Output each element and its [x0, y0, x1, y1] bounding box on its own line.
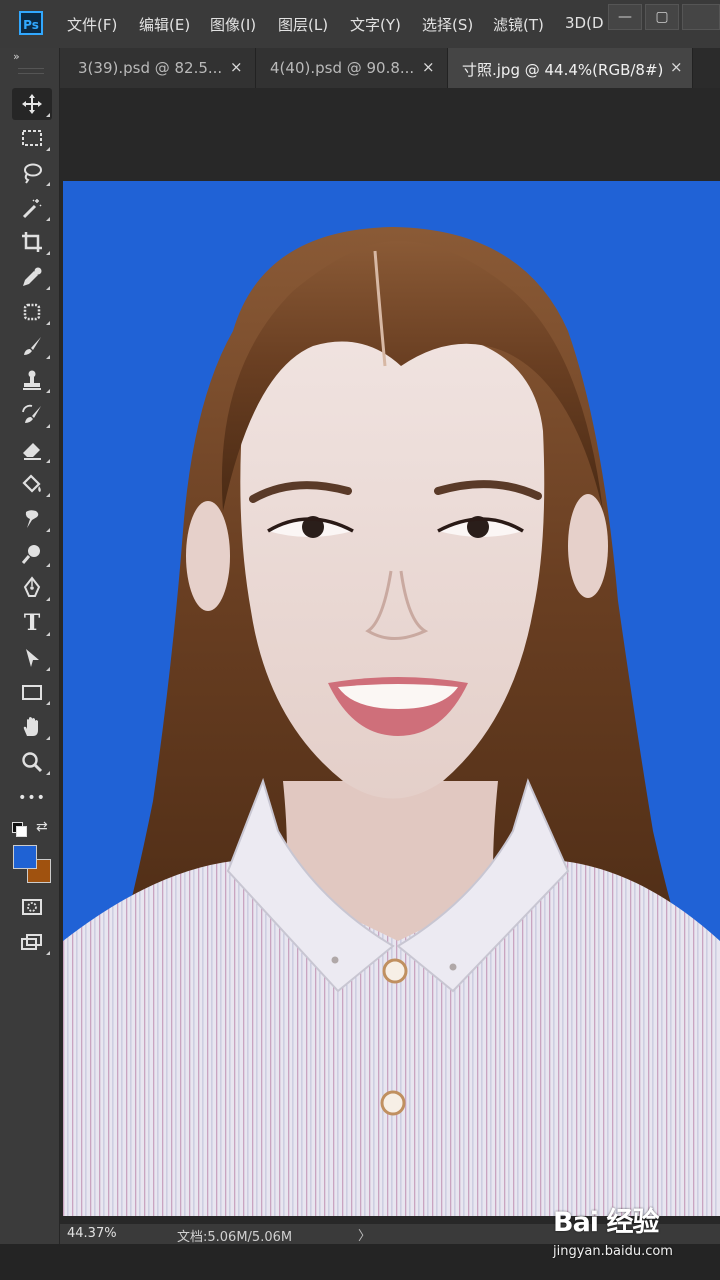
- history-brush-icon: [22, 404, 41, 423]
- menu-bar: Ps 文件(F) 编辑(E) 图像(I) 图层(L) 文字(Y) 选择(S) 滤…: [0, 0, 720, 48]
- shirt-button: [380, 1090, 406, 1116]
- screen-mode-button[interactable]: [12, 926, 52, 958]
- close-icon[interactable]: ×: [422, 58, 435, 76]
- collapse-panel-icon[interactable]: »: [13, 50, 20, 63]
- pen-tool[interactable]: [12, 572, 52, 604]
- close-icon[interactable]: ×: [230, 58, 243, 76]
- document-image[interactable]: [63, 181, 720, 1216]
- zoom-icon: [22, 752, 43, 773]
- rectangle-icon: [22, 685, 42, 700]
- close-icon[interactable]: ×: [670, 58, 683, 76]
- eyedropper-icon: [23, 267, 42, 286]
- close-window-button[interactable]: [682, 4, 720, 30]
- tab-document-4[interactable]: 4(40).psd @ 90.8... ×: [256, 48, 448, 88]
- swap-colors-icon[interactable]: ⇄: [36, 819, 48, 835]
- quick-mask-button[interactable]: [12, 891, 52, 923]
- photoshop-logo[interactable]: Ps: [19, 11, 43, 35]
- hand-tool[interactable]: [12, 711, 52, 743]
- tab-document-active[interactable]: 寸照.jpg @ 44.4%(RGB/8#) ×: [448, 48, 693, 88]
- tab-label: 寸照.jpg @ 44.4%(RGB/8#): [462, 61, 664, 79]
- smudge-icon: [25, 510, 39, 528]
- more-tools-icon: •••: [18, 790, 46, 806]
- move-icon: [22, 94, 42, 114]
- portrait-photo: [63, 181, 720, 1216]
- watermark-url: jingyan.baidu.com: [553, 1244, 673, 1259]
- dodge-icon: [21, 545, 40, 564]
- menu-select[interactable]: 选择(S): [422, 14, 473, 35]
- type-icon: T: [23, 610, 41, 636]
- patch-tool[interactable]: [12, 296, 52, 328]
- restore-button[interactable]: ▢: [645, 4, 679, 30]
- crop-icon: [22, 232, 42, 252]
- menu-type[interactable]: 文字(Y): [350, 14, 401, 35]
- move-tool[interactable]: [12, 88, 52, 120]
- brush-icon: [24, 337, 41, 355]
- screen-mode-icon: [21, 934, 42, 950]
- magic-wand-tool[interactable]: [12, 192, 52, 224]
- foreground-color-swatch[interactable]: [13, 845, 37, 869]
- left-ear: [186, 501, 230, 611]
- collar-button: [382, 958, 408, 984]
- tab-label: 3(39).psd @ 82.5...: [78, 59, 223, 77]
- document-canvas-area[interactable]: [60, 88, 720, 1224]
- document-size: 文档:5.06M/5.06M: [177, 1230, 293, 1245]
- eraser-tool[interactable]: [12, 434, 52, 466]
- marquee-icon: [22, 130, 42, 146]
- right-ear: [568, 494, 608, 598]
- paint-bucket-icon: [22, 474, 41, 493]
- brush-tool[interactable]: [12, 330, 52, 362]
- rectangle-tool[interactable]: [12, 676, 52, 708]
- document-tab-bar: 3(39).psd @ 82.5... × 4(40).psd @ 90.8..…: [60, 48, 720, 88]
- eyedropper-tool[interactable]: [12, 261, 52, 293]
- menu-layer[interactable]: 图层(L): [278, 14, 328, 35]
- clone-stamp-tool[interactable]: [12, 364, 52, 396]
- pen-icon: [23, 576, 41, 597]
- paint-bucket-tool[interactable]: [12, 468, 52, 500]
- lasso-icon: [24, 163, 42, 184]
- clone-stamp-icon: [23, 370, 41, 390]
- quick-mask-icon: [22, 899, 42, 915]
- tools-panel: » T ••• ⇄: [0, 48, 60, 1244]
- menu-edit[interactable]: 编辑(E): [139, 14, 190, 35]
- marquee-tool[interactable]: [12, 122, 52, 154]
- dodge-tool[interactable]: [12, 538, 52, 570]
- path-selection-tool[interactable]: [12, 642, 52, 674]
- smudge-tool[interactable]: [12, 503, 52, 535]
- eraser-icon: [23, 443, 41, 460]
- watermark: Bai 经验 jingyan.baidu.com: [553, 1200, 693, 1270]
- more-tools-button[interactable]: •••: [12, 782, 52, 814]
- zoom-tool[interactable]: [12, 746, 52, 778]
- minimize-button[interactable]: —: [608, 4, 642, 30]
- menu-image[interactable]: 图像(I): [210, 14, 256, 35]
- type-tool[interactable]: T: [12, 607, 52, 639]
- panel-grip[interactable]: [18, 68, 44, 74]
- magic-wand-icon: [22, 199, 42, 219]
- path-select-icon: [26, 649, 39, 667]
- menu-file[interactable]: 文件(F): [67, 14, 117, 35]
- hand-icon: [23, 717, 38, 736]
- zoom-level[interactable]: 44.37%: [67, 1226, 117, 1241]
- menu-filter[interactable]: 滤镜(T): [493, 14, 544, 35]
- tab-document-3[interactable]: 3(39).psd @ 82.5... ×: [60, 48, 256, 88]
- default-colors-icon[interactable]: [12, 822, 27, 837]
- patch-icon: [23, 303, 41, 321]
- watermark-logo: Bai 经验: [553, 1207, 659, 1238]
- tab-label: 4(40).psd @ 90.8...: [270, 59, 415, 77]
- history-brush-tool[interactable]: [12, 399, 52, 431]
- crop-tool[interactable]: [12, 226, 52, 258]
- lasso-tool[interactable]: [12, 157, 52, 189]
- status-menu-arrow-icon[interactable]: 〉: [358, 1225, 371, 1244]
- menu-3d[interactable]: 3D(D: [565, 14, 604, 32]
